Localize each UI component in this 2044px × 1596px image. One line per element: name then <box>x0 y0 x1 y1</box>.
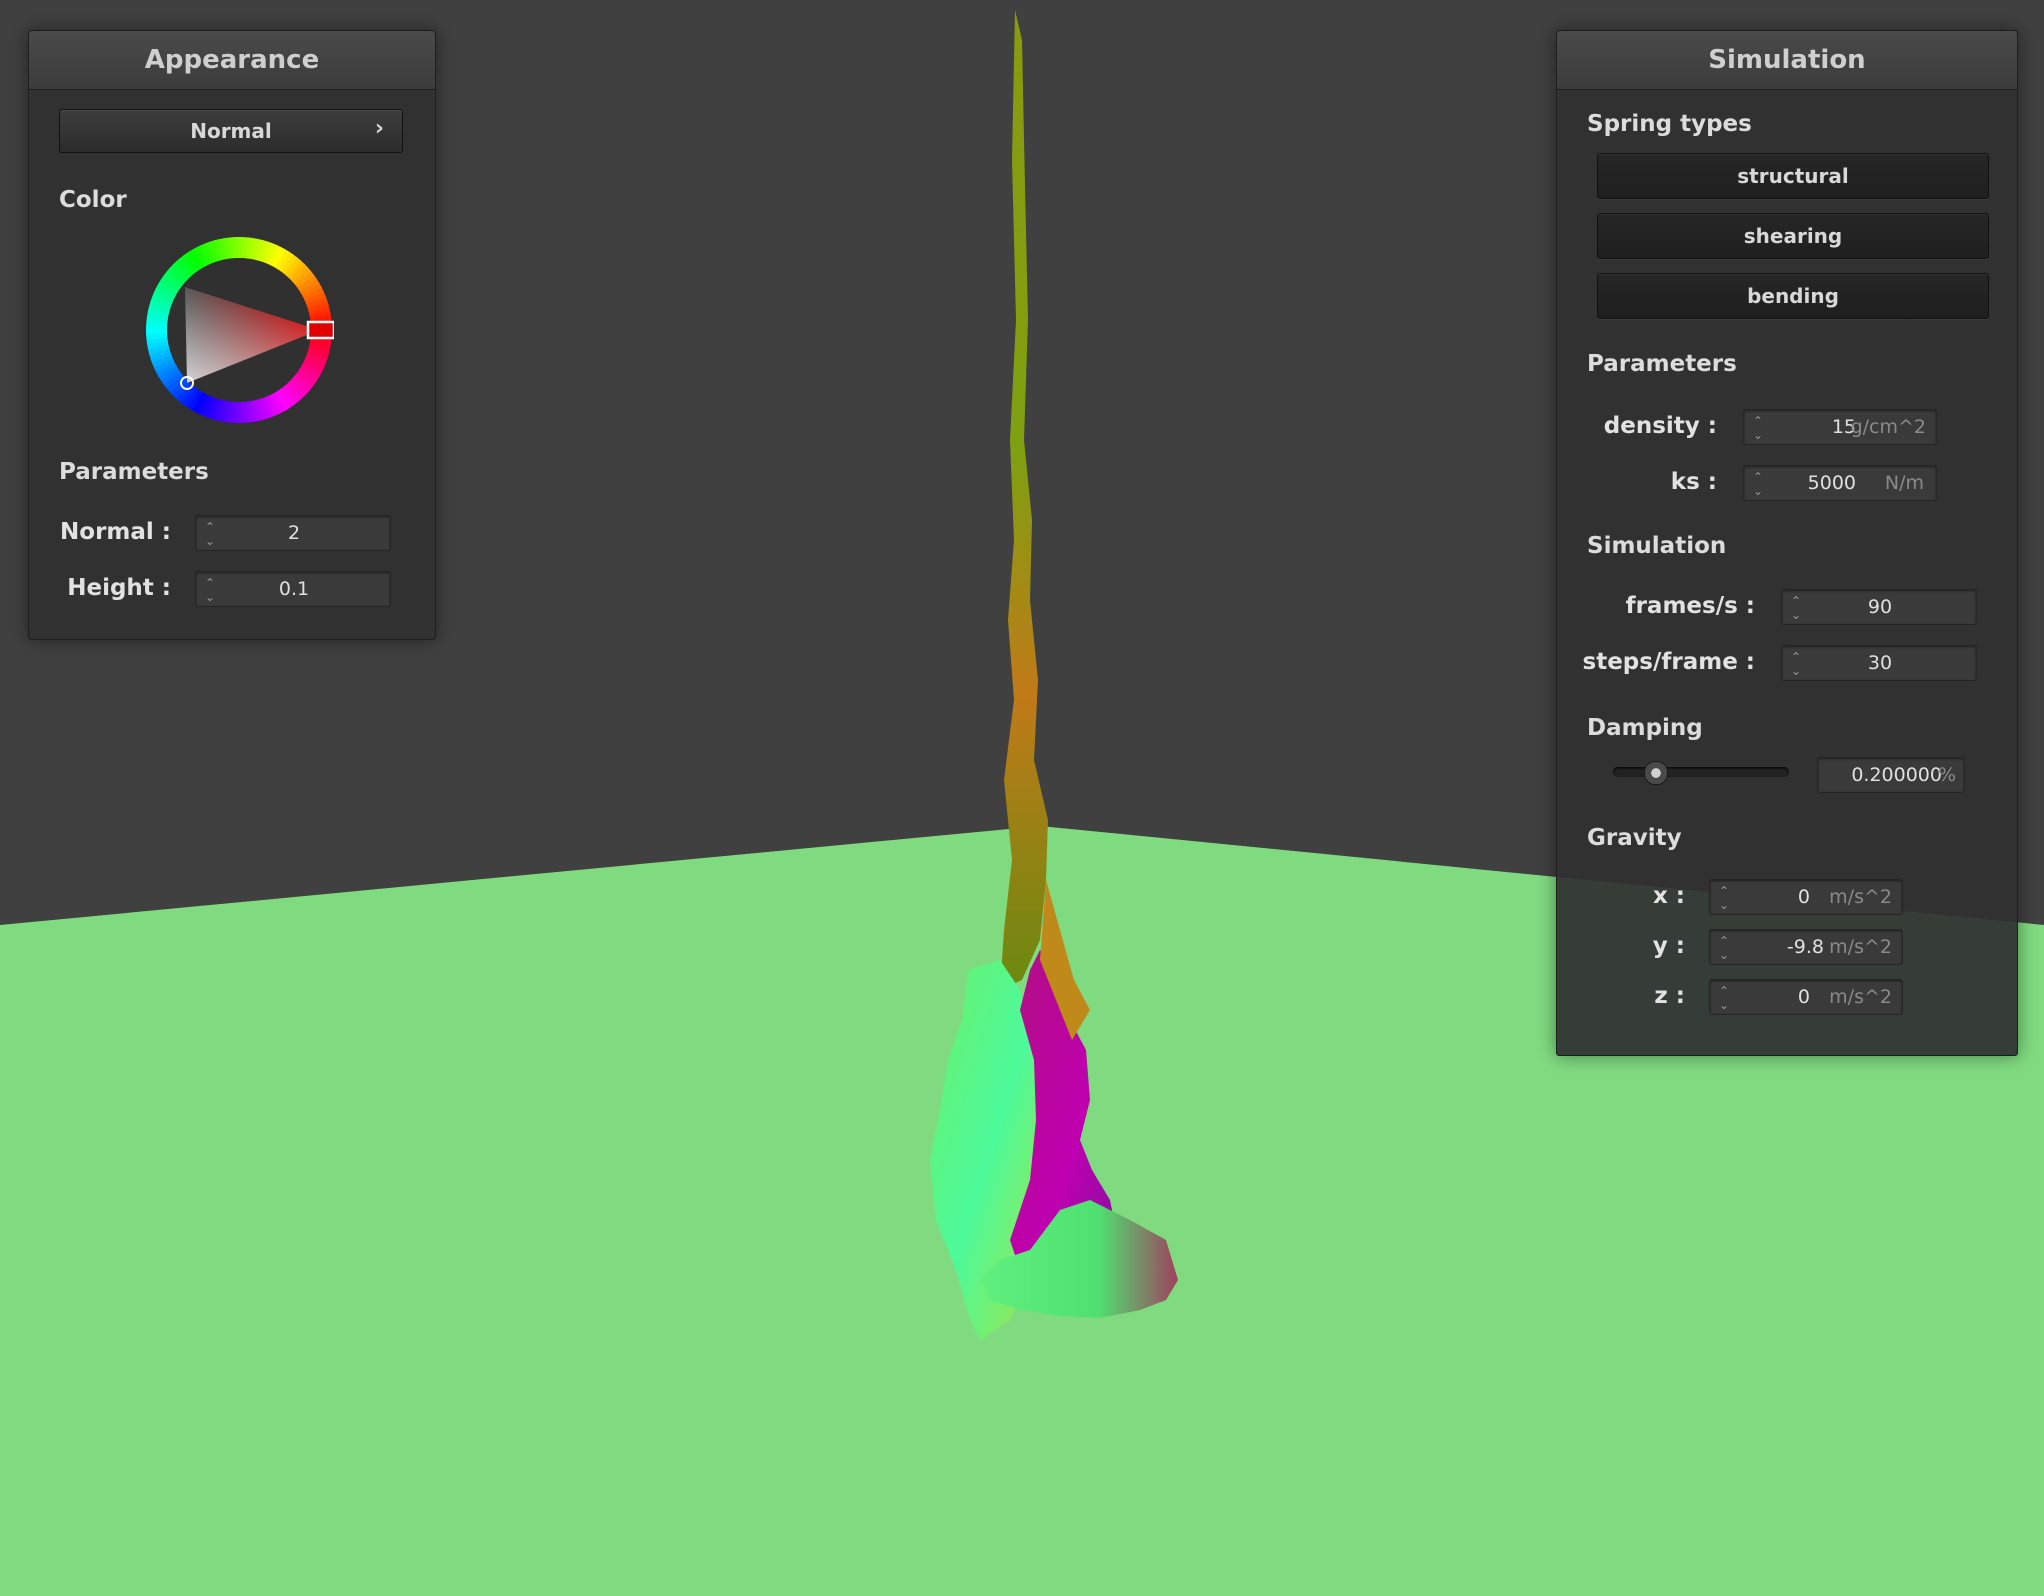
damping-slider-handle[interactable] <box>1643 761 1668 785</box>
spinner-arrows-icon[interactable]: ⌃ ⌄ <box>1718 934 1730 962</box>
shearing-spring-toggle[interactable]: shearing <box>1597 213 1989 259</box>
appearance-title: Appearance <box>29 31 435 90</box>
ks-unit: N/m <box>1884 472 1924 494</box>
spinner-arrows-icon[interactable]: ⌃ ⌄ <box>1718 884 1730 912</box>
fps-value: 90 <box>1867 596 1893 618</box>
height-label: Height : <box>67 575 171 601</box>
density-label: density : <box>1603 413 1717 439</box>
chevron-right-icon: › <box>374 116 384 141</box>
density-unit: g/cm^2 <box>1850 416 1926 438</box>
damping-section-title: Damping <box>1587 715 1703 741</box>
simulation-title: Simulation <box>1557 31 2017 90</box>
color-wheel[interactable] <box>144 235 334 425</box>
structural-spring-toggle[interactable]: structural <box>1597 153 1989 199</box>
damping-value-input[interactable]: 0.200000 % <box>1817 757 1965 793</box>
steps-per-frame-value: 30 <box>1867 652 1893 674</box>
ks-value: 5000 <box>1807 472 1856 494</box>
fps-input[interactable]: ⌃ ⌄ 90 <box>1781 589 1977 625</box>
simulation-section-title: Simulation <box>1587 533 1727 559</box>
gravity-y-label: y : <box>1652 933 1685 959</box>
spring-types-title: Spring types <box>1587 111 1752 137</box>
gravity-z-input[interactable]: ⌃ ⌄ 0 m/s^2 <box>1709 979 1903 1015</box>
gravity-x-value: 0 <box>1797 886 1810 908</box>
normal-value: 2 <box>287 522 301 544</box>
normal-input[interactable]: ⌃ ⌄ 2 <box>195 515 391 551</box>
bending-spring-toggle[interactable]: bending <box>1597 273 1989 319</box>
steps-per-frame-label: steps/frame : <box>1582 649 1755 675</box>
height-input[interactable]: ⌃ ⌄ 0.1 <box>195 571 391 607</box>
ks-label: ks : <box>1670 469 1717 495</box>
appearance-panel: Appearance Normal › Color Parameters Nor… <box>28 30 436 640</box>
color-section-title: Color <box>59 187 127 213</box>
steps-per-frame-input[interactable]: ⌃ ⌄ 30 <box>1781 645 1977 681</box>
gravity-z-label: z : <box>1654 983 1685 1009</box>
normal-label: Normal : <box>60 519 171 545</box>
gravity-y-unit: m/s^2 <box>1829 936 1892 958</box>
spinner-arrows-icon[interactable]: ⌃ ⌄ <box>1752 414 1764 442</box>
gravity-y-value: -9.8 <box>1786 936 1824 958</box>
gravity-y-input[interactable]: ⌃ ⌄ -9.8 m/s^2 <box>1709 929 1903 965</box>
gravity-x-unit: m/s^2 <box>1829 886 1892 908</box>
damping-unit: % <box>1937 764 1956 786</box>
simulation-panel: Simulation Spring types structural shear… <box>1556 30 2018 1056</box>
damping-slider-track <box>1613 767 1789 777</box>
appearance-parameters-title: Parameters <box>59 459 209 485</box>
gravity-x-label: x : <box>1652 883 1685 909</box>
gravity-x-input[interactable]: ⌃ ⌄ 0 m/s^2 <box>1709 879 1903 915</box>
density-input[interactable]: ⌃ ⌄ 15 g/cm^2 <box>1743 409 1937 445</box>
shading-mode-label: Normal <box>190 119 272 143</box>
height-value: 0.1 <box>278 578 310 600</box>
damping-value: 0.200000 <box>1851 764 1942 786</box>
spinner-arrows-icon[interactable]: ⌃ ⌄ <box>1718 984 1730 1012</box>
shading-mode-button[interactable]: Normal › <box>59 109 403 153</box>
gravity-section-title: Gravity <box>1587 825 1682 851</box>
simulation-parameters-title: Parameters <box>1587 351 1737 377</box>
fps-label: frames/s : <box>1625 593 1755 619</box>
gravity-z-unit: m/s^2 <box>1829 986 1892 1008</box>
hue-handle <box>306 320 334 340</box>
ks-input[interactable]: ⌃ ⌄ 5000 N/m <box>1743 465 1937 501</box>
gravity-z-value: 0 <box>1797 986 1810 1008</box>
damping-slider[interactable] <box>1613 761 1789 785</box>
spinner-arrows-icon[interactable]: ⌃ ⌄ <box>1752 470 1764 498</box>
